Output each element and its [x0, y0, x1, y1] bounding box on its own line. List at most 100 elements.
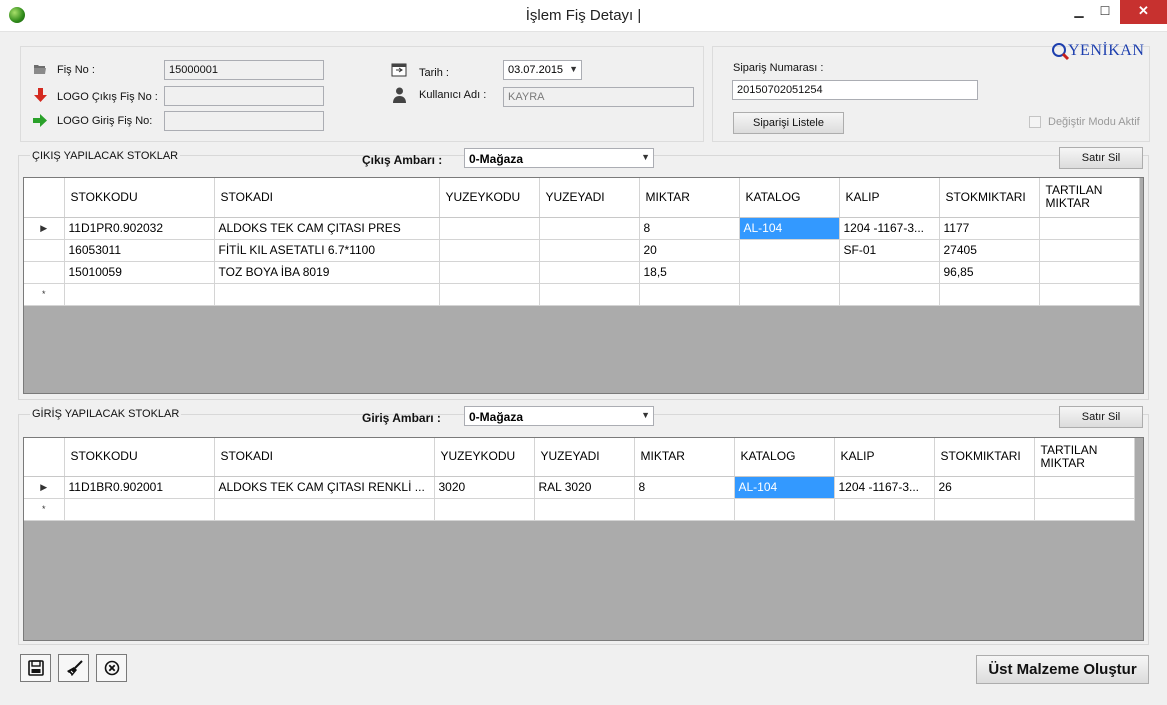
tarih-datepicker[interactable]: 03.07.2015 ▼ — [503, 60, 582, 80]
cikis-table-row[interactable]: 16053011 FİTİL KIL ASETATLI 6.7*1100 20 SF-… — [24, 239, 1140, 262]
cikis-cell[interactable] — [839, 283, 940, 306]
giris-column-header[interactable]: STOKADI — [214, 438, 435, 477]
cikis-cell[interactable] — [839, 261, 940, 284]
cikis-table-row[interactable]: 15010059 TOZ BOYA İBA 8019 18,5 96,85 — [24, 261, 1140, 284]
giris-cell[interactable]: 8 — [634, 476, 735, 499]
kullanici-field[interactable]: KAYRA — [503, 87, 694, 107]
cikis-cell[interactable]: AL-104 — [739, 217, 840, 240]
giris-cell[interactable]: 11D1BR0.902001 — [64, 476, 215, 499]
cikis-column-header[interactable]: TARTILAN MIKTAR — [1039, 178, 1140, 218]
cikis-cell[interactable]: 27405 — [939, 239, 1040, 262]
giris-column-header[interactable]: STOKKODU — [64, 438, 215, 477]
cikis-cell[interactable] — [539, 217, 640, 240]
giris-table-row[interactable]: ▶ 11D1BR0.902001 ALDOKS TEK CAM ÇITASI REN… — [24, 476, 1135, 499]
cikis-cell[interactable]: 15010059 — [64, 261, 215, 284]
giris-new-row[interactable]: * — [24, 498, 1135, 521]
cikis-column-header[interactable]: KATALOG — [739, 178, 840, 218]
giris-column-header[interactable]: KALIP — [834, 438, 935, 477]
giris-cell[interactable]: 3020 — [434, 476, 535, 499]
clear-button[interactable] — [58, 654, 89, 682]
maximize-button[interactable]: ☐ — [1091, 0, 1119, 24]
degistir-checkbox[interactable] — [1029, 116, 1041, 128]
cikis-cell[interactable] — [439, 217, 540, 240]
cikis-cell[interactable]: SF-01 — [839, 239, 940, 262]
cikis-cell[interactable]: FİTİL KIL ASETATLI 6.7*1100 — [214, 239, 440, 262]
ust-malzeme-olustur-button[interactable]: Üst Malzeme Oluştur — [976, 655, 1149, 684]
giris-column-header[interactable]: MIKTAR — [634, 438, 735, 477]
giris-cell[interactable] — [1034, 498, 1135, 521]
logo-cikis-field[interactable] — [164, 86, 324, 106]
cikis-cell[interactable]: 16053011 — [64, 239, 215, 262]
cikis-column-header[interactable]: STOKKODU — [64, 178, 215, 218]
cikis-cell[interactable]: 18,5 — [639, 261, 740, 284]
giris-cell[interactable] — [434, 498, 535, 521]
giris-column-header[interactable]: YUZEYKODU — [434, 438, 535, 477]
fis-no-field[interactable]: 15000001 — [164, 60, 324, 80]
giris-cell[interactable] — [1034, 476, 1135, 499]
minimize-button[interactable]: ▁ — [1065, 0, 1093, 24]
cikis-cell[interactable]: TOZ BOYA İBA 8019 — [214, 261, 440, 284]
row-marker-icon[interactable]: * — [24, 498, 65, 521]
giris-cell[interactable]: ALDOKS TEK CAM ÇITASI RENKLİ ... — [214, 476, 435, 499]
siparis-listele-button[interactable]: Siparişi Listele — [733, 112, 844, 134]
cikis-cell[interactable]: 96,85 — [939, 261, 1040, 284]
cikis-cell[interactable] — [539, 239, 640, 262]
siparis-field[interactable]: 20150702051254 — [732, 80, 978, 100]
giris-cell[interactable] — [214, 498, 435, 521]
giris-column-header[interactable]: TARTILAN MIKTAR — [1034, 438, 1135, 477]
cikis-cell[interactable] — [439, 239, 540, 262]
cikis-column-header[interactable]: KALIP — [839, 178, 940, 218]
row-marker-icon[interactable]: ▶ — [24, 476, 65, 499]
giris-column-header[interactable]: YUZEYADI — [534, 438, 635, 477]
cikis-cell[interactable] — [1039, 217, 1140, 240]
cikis-cell[interactable] — [539, 283, 640, 306]
giris-cell[interactable]: 1204 -1167-3... — [834, 476, 935, 499]
giris-cell[interactable] — [834, 498, 935, 521]
giris-column-header[interactable]: STOKMIKTARI — [934, 438, 1035, 477]
cikis-cell[interactable]: 1204 -1167-3... — [839, 217, 940, 240]
row-marker-icon[interactable] — [24, 261, 65, 284]
cikis-cell[interactable] — [739, 283, 840, 306]
cikis-cell[interactable] — [1039, 261, 1140, 284]
cikis-cell[interactable] — [64, 283, 215, 306]
giris-cell[interactable]: RAL 3020 — [534, 476, 635, 499]
row-marker-icon[interactable]: * — [24, 283, 65, 306]
close-button[interactable]: ✕ — [1120, 0, 1167, 24]
cikis-cell[interactable] — [739, 239, 840, 262]
cikis-column-header[interactable]: YUZEYADI — [539, 178, 640, 218]
row-marker-icon[interactable]: ▶ — [24, 217, 65, 240]
giris-cell[interactable] — [634, 498, 735, 521]
giris-cell[interactable] — [64, 498, 215, 521]
cikis-cell[interactable] — [439, 261, 540, 284]
giris-cell[interactable] — [534, 498, 635, 521]
cikis-cell[interactable] — [1039, 239, 1140, 262]
cikis-cell[interactable]: 11D1PR0.902032 — [64, 217, 215, 240]
cikis-cell[interactable]: 8 — [639, 217, 740, 240]
logo-giris-field[interactable] — [164, 111, 324, 131]
save-button[interactable] — [20, 654, 51, 682]
cikis-satir-sil-button[interactable]: Satır Sil — [1059, 147, 1143, 169]
cikis-column-header[interactable]: STOKMIKTARI — [939, 178, 1040, 218]
cikis-cell[interactable] — [939, 283, 1040, 306]
giris-grid[interactable]: STOKKODU STOKADI YUZEYKODU YUZEYADI MIKTAR KA… — [23, 437, 1144, 641]
cikis-new-row[interactable]: * — [24, 283, 1140, 306]
cikis-cell[interactable]: 20 — [639, 239, 740, 262]
cikis-cell[interactable] — [639, 283, 740, 306]
cikis-table-row[interactable]: ▶ 11D1PR0.902032 ALDOKS TEK CAM ÇITASI PRE… — [24, 217, 1140, 240]
cikis-column-header[interactable]: MIKTAR — [639, 178, 740, 218]
cikis-cell[interactable]: ALDOKS TEK CAM ÇITASI PRES — [214, 217, 440, 240]
cikis-grid[interactable]: STOKKODU STOKADI YUZEYKODU YUZEYADI MIKTAR KA… — [23, 177, 1144, 394]
giris-cell[interactable] — [934, 498, 1035, 521]
giris-satir-sil-button[interactable]: Satır Sil — [1059, 406, 1143, 428]
giris-column-header[interactable]: KATALOG — [734, 438, 835, 477]
cikis-ambar-select[interactable]: 0-Mağaza ▼ — [464, 148, 654, 168]
giris-cell[interactable]: AL-104 — [734, 476, 835, 499]
cancel-button[interactable] — [96, 654, 127, 682]
cikis-column-header[interactable]: STOKADI — [214, 178, 440, 218]
giris-cell[interactable] — [734, 498, 835, 521]
giris-ambar-select[interactable]: 0-Mağaza ▼ — [464, 406, 654, 426]
cikis-cell[interactable] — [439, 283, 540, 306]
cikis-cell[interactable] — [214, 283, 440, 306]
cikis-cell[interactable] — [739, 261, 840, 284]
cikis-cell[interactable] — [1039, 283, 1140, 306]
